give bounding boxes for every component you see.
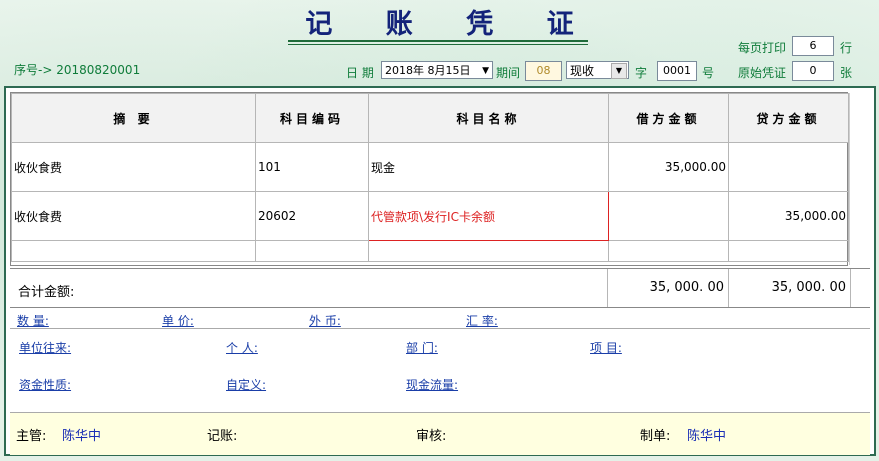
header-credit: 贷方金额 <box>728 93 849 143</box>
total-credit: 35, 000. 00 <box>728 269 850 307</box>
total-label: 合计金额: <box>18 285 75 300</box>
voucher-title: 记 账 凭 证 <box>305 9 596 40</box>
table-row-empty[interactable] <box>11 240 849 262</box>
title-underline <box>288 40 588 42</box>
table-row[interactable]: 收伙食费 101 现金 35,000.00 <box>11 142 849 192</box>
cell-empty[interactable] <box>608 240 729 262</box>
foreign-currency-link[interactable]: 外 币: <box>309 312 341 329</box>
header-debit: 借方金额 <box>608 93 729 143</box>
cell-account-name[interactable]: 现金 <box>368 142 609 192</box>
table-header-row: 摘 要 科目编码 科目名称 借方金额 贷方金额 <box>11 93 849 143</box>
custom-link[interactable]: 自定义: <box>226 376 266 393</box>
attachments-field[interactable]: 0 <box>792 61 834 81</box>
cell-credit[interactable]: 35,000.00 <box>728 191 849 241</box>
total-debit: 35, 000. 00 <box>607 269 728 307</box>
bookkeeper-label: 记账: <box>207 429 238 444</box>
serial-value: 20180820001 <box>56 63 141 77</box>
cell-empty[interactable] <box>368 240 609 262</box>
signature-bar: 主管: 陈华中 记账: 审核: 制单: 陈华中 <box>10 412 870 455</box>
exchange-rate-link[interactable]: 汇 率: <box>466 312 498 329</box>
header-account-name: 科目名称 <box>368 93 609 143</box>
print-per-page-field[interactable]: 6 <box>792 36 834 56</box>
voucher-number-suffix: 号 <box>702 66 715 80</box>
cell-account-code[interactable]: 20602 <box>255 191 369 241</box>
unit-contact-link[interactable]: 单位往来: <box>19 339 71 356</box>
dropdown-arrow-icon[interactable]: ▼ <box>482 62 489 80</box>
cell-empty[interactable] <box>728 240 849 262</box>
supervisor-name: 陈华中 <box>62 429 102 444</box>
project-link[interactable]: 项 目: <box>590 339 622 356</box>
period-field[interactable]: 08 <box>525 61 562 81</box>
voucher-type-value: 现收 <box>570 64 595 78</box>
serial-number: 序号-> 20180820001 <box>14 61 140 78</box>
header-summary: 摘 要 <box>11 93 256 143</box>
cell-account-code[interactable]: 101 <box>255 142 369 192</box>
supervisor-label: 主管: <box>16 429 47 444</box>
vertical-scrollbar[interactable] <box>849 93 870 265</box>
chevron-down-icon[interactable]: ▼ <box>611 63 627 79</box>
attachments-label: 原始凭证 <box>738 66 787 80</box>
voucher-type-suffix: 字 <box>635 66 648 80</box>
cell-account-name-active[interactable]: 代管款项\发行IC卡余额 <box>368 191 609 241</box>
person-link[interactable]: 个 人: <box>226 339 258 356</box>
auditor-label: 审核: <box>416 429 447 444</box>
print-per-page-label: 每页打印 <box>738 41 787 55</box>
print-per-page-unit: 行 <box>840 41 853 55</box>
cell-empty[interactable] <box>255 240 369 262</box>
date-value: 2018年 8月15日 <box>385 64 471 77</box>
cash-flow-link[interactable]: 现金流量: <box>406 376 458 393</box>
quantity-link[interactable]: 数 量: <box>17 312 49 329</box>
date-picker[interactable]: 2018年 8月15日 ▼ <box>381 61 493 79</box>
cell-debit[interactable]: 35,000.00 <box>608 142 729 192</box>
serial-label: 序号-> <box>14 63 53 77</box>
cell-summary[interactable]: 收伙食费 <box>11 142 256 192</box>
maker-name: 陈华中 <box>687 429 727 444</box>
unit-price-link[interactable]: 单 价: <box>162 312 194 329</box>
divider <box>10 328 870 329</box>
cell-summary[interactable]: 收伙食费 <box>11 191 256 241</box>
maker-label: 制单: <box>640 429 671 444</box>
department-link[interactable]: 部 门: <box>406 339 438 356</box>
voucher-type-select[interactable]: 现收 ▼ <box>566 61 629 79</box>
entry-table: 摘 要 科目编码 科目名称 借方金额 贷方金额 收伙食费 101 现金 35,0… <box>11 93 849 262</box>
cell-empty[interactable] <box>11 240 256 262</box>
voucher-number-field[interactable]: 0001 <box>657 61 697 81</box>
attachments-unit: 张 <box>840 66 853 80</box>
table-row[interactable]: 收伙食费 20602 代管款项\发行IC卡余额 35,000.00 <box>11 191 849 241</box>
date-label: 日 期 <box>346 66 374 80</box>
cell-debit[interactable] <box>608 191 729 241</box>
period-label: 期间 <box>496 66 521 80</box>
cell-credit[interactable] <box>728 142 849 192</box>
total-filler <box>850 269 870 307</box>
fund-nature-link[interactable]: 资金性质: <box>19 376 71 393</box>
total-row: 合计金额: 35, 000. 00 35, 000. 00 <box>10 268 870 308</box>
header-account-code: 科目编码 <box>255 93 369 143</box>
title-underline-thin <box>288 44 588 45</box>
